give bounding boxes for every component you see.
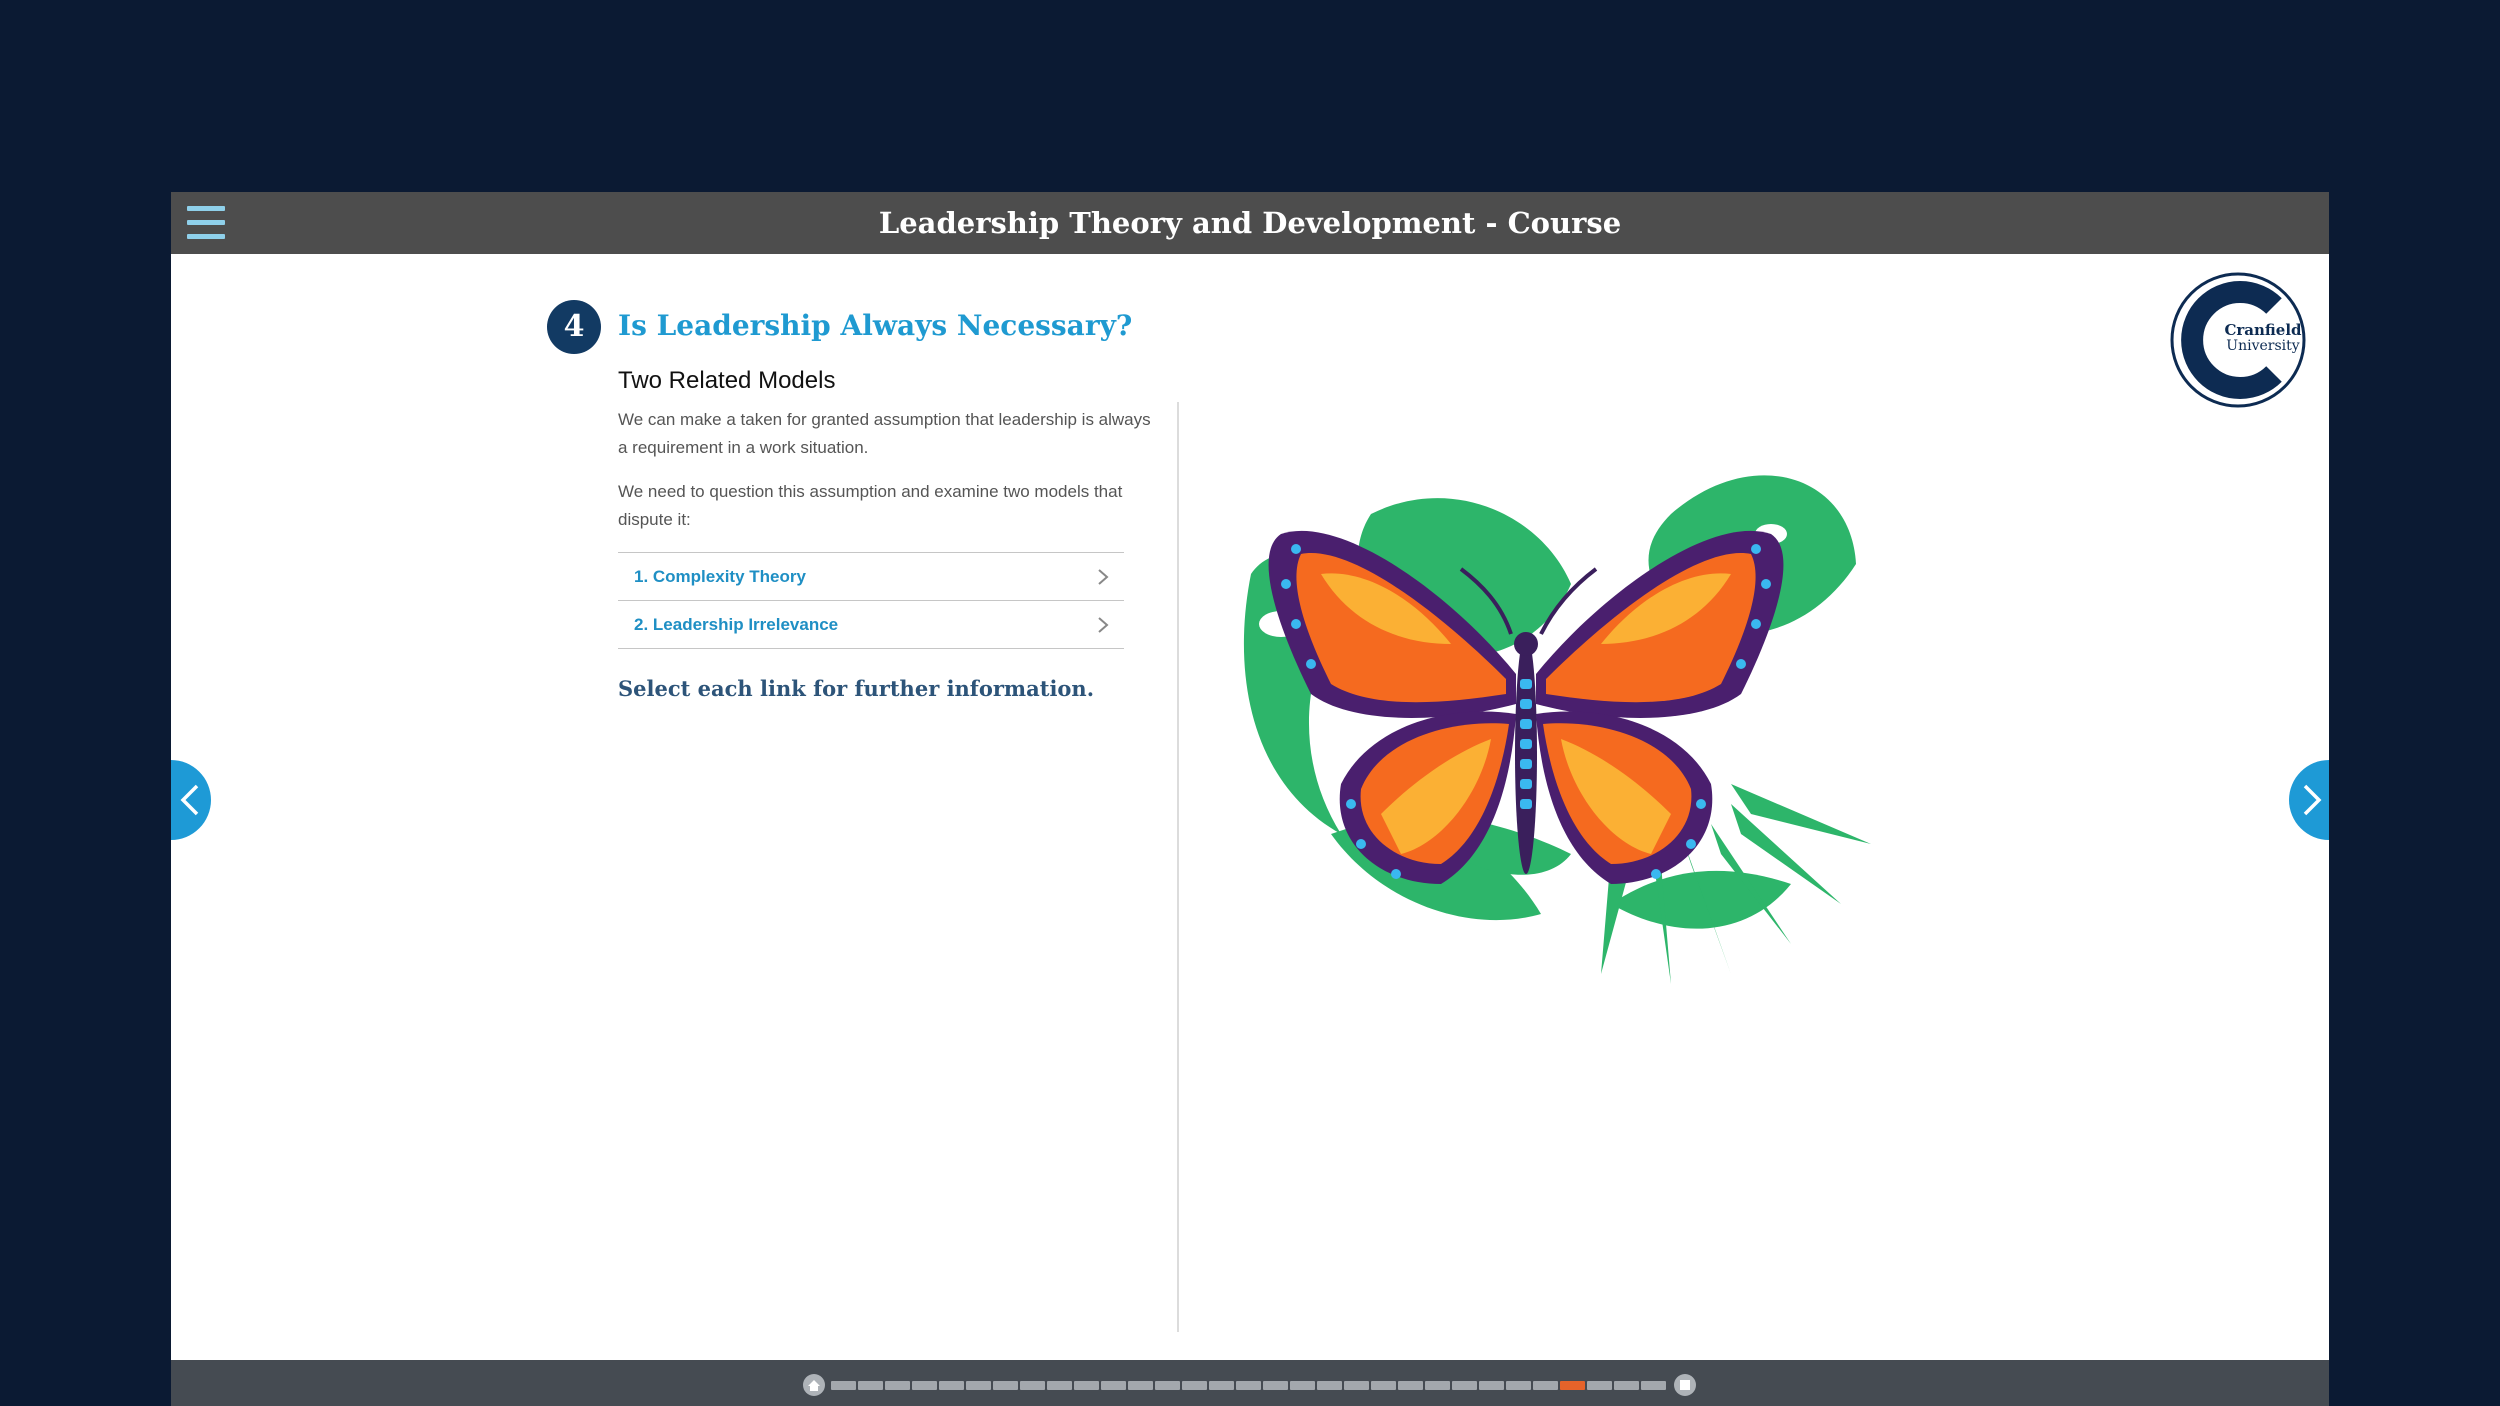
- home-icon[interactable]: [803, 1374, 825, 1396]
- section-number-badge: 4: [547, 300, 601, 354]
- progress-segment[interactable]: [1020, 1380, 1045, 1390]
- progress-segment[interactable]: [1371, 1380, 1396, 1390]
- column-divider: [1177, 402, 1179, 1332]
- progress-segment[interactable]: [1290, 1380, 1315, 1390]
- progress-segment[interactable]: [1128, 1380, 1153, 1390]
- progress-segment[interactable]: [1398, 1380, 1423, 1390]
- progress-segment[interactable]: [1587, 1380, 1612, 1390]
- progress-segment[interactable]: [1236, 1380, 1261, 1390]
- progress-segment[interactable]: [939, 1380, 964, 1390]
- progress-segment[interactable]: [1209, 1380, 1234, 1390]
- progress-segment[interactable]: [858, 1380, 883, 1390]
- progress-segment[interactable]: [1452, 1380, 1477, 1390]
- progress-segment[interactable]: [1317, 1380, 1342, 1390]
- course-player: Leadership Theory and Development - Cour…: [171, 192, 2329, 1406]
- progress-segment[interactable]: [1263, 1380, 1288, 1390]
- progress-segment[interactable]: [1047, 1380, 1072, 1390]
- link-label: 2. Leadership Irrelevance: [634, 615, 839, 634]
- progress-segment[interactable]: [1479, 1380, 1504, 1390]
- progress-segment[interactable]: [831, 1380, 856, 1390]
- chevron-right-icon: [1098, 617, 1109, 633]
- progress-segments: [831, 1380, 1668, 1390]
- progress-segment[interactable]: [966, 1380, 991, 1390]
- link-label: 1. Complexity Theory: [634, 567, 806, 586]
- progress-segment[interactable]: [993, 1380, 1018, 1390]
- intro-paragraph: We can make a taken for granted assumpti…: [618, 410, 1151, 457]
- section-title: Is Leadership Always Necessary?: [618, 309, 1133, 342]
- progress-segment[interactable]: [1641, 1380, 1666, 1390]
- logo-text: Cranfield University: [2223, 322, 2303, 354]
- question-paragraph: We need to question this assumption and …: [618, 482, 1123, 529]
- section-subtitle: Two Related Models: [618, 367, 836, 394]
- butterfly-illustration: [1243, 475, 1871, 984]
- chevron-left-icon: [180, 784, 199, 816]
- progress-segment[interactable]: [885, 1380, 910, 1390]
- leadership-irrelevance-link[interactable]: 2. Leadership Irrelevance: [618, 601, 1124, 649]
- next-page-button[interactable]: [2289, 760, 2329, 840]
- chevron-right-icon: [2303, 784, 2322, 816]
- progress-segment[interactable]: [1182, 1380, 1207, 1390]
- bottom-bar: [171, 1360, 2329, 1406]
- logo-line-2: University: [2226, 338, 2300, 354]
- progress-segment[interactable]: [1344, 1380, 1369, 1390]
- progress-segment[interactable]: [912, 1380, 937, 1390]
- page-progress: [803, 1374, 1696, 1396]
- progress-segment[interactable]: [1425, 1380, 1450, 1390]
- progress-segment[interactable]: [1155, 1380, 1180, 1390]
- complexity-theory-link[interactable]: 1. Complexity Theory: [618, 553, 1124, 601]
- progress-segment[interactable]: [1101, 1380, 1126, 1390]
- model-link-list: 1. Complexity Theory 2. Leadership Irrel…: [618, 552, 1124, 649]
- progress-segment[interactable]: [1074, 1380, 1099, 1390]
- menu-end-icon[interactable]: [1674, 1374, 1696, 1396]
- course-title: Leadership Theory and Development - Cour…: [878, 206, 1622, 240]
- progress-segment[interactable]: [1614, 1380, 1639, 1390]
- instruction-text: Select each link for further information…: [618, 676, 1095, 701]
- chevron-right-icon: [1098, 569, 1109, 585]
- progress-segment[interactable]: [1506, 1380, 1531, 1390]
- progress-segment[interactable]: [1560, 1380, 1585, 1390]
- previous-page-button[interactable]: [171, 760, 211, 840]
- top-bar: Leadership Theory and Development - Cour…: [171, 192, 2329, 254]
- logo-line-1: Cranfield: [2224, 321, 2302, 339]
- progress-segment[interactable]: [1533, 1380, 1558, 1390]
